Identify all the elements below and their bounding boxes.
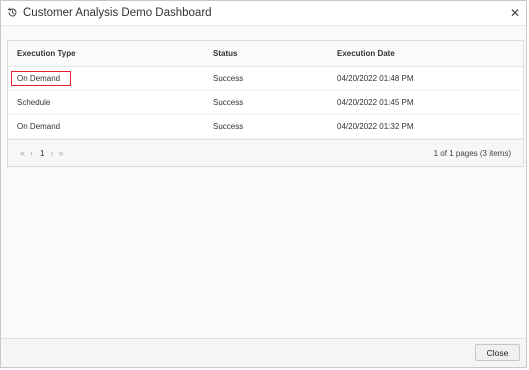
table-row[interactable]: On Demand Success 04/20/2022 01:32 PM	[8, 114, 523, 139]
column-header-execution-type[interactable]: Execution Type	[8, 41, 204, 67]
first-page-icon[interactable]: «	[20, 148, 25, 158]
highlighted-execution-type: On Demand	[11, 71, 72, 86]
execution-date-cell: 04/20/2022 01:32 PM	[328, 114, 523, 139]
next-page-icon[interactable]: ›	[50, 148, 53, 158]
page-number[interactable]: 1	[40, 149, 44, 158]
column-header-status[interactable]: Status	[204, 41, 328, 67]
export-history-dialog: Customer Analysis Demo Dashboard ✕ Execu…	[0, 0, 527, 368]
grid-header-row: Execution Type Status Execution Date	[8, 41, 523, 67]
pager-info: 1 of 1 pages (3 items)	[433, 148, 511, 158]
status-cell: Success	[204, 66, 328, 91]
grid-pager: « ‹ 1 › » 1 of 1 pages (3 items)	[8, 139, 523, 166]
table-row[interactable]: Schedule Success 04/20/2022 01:45 PM	[8, 90, 523, 115]
execution-type-cell: Schedule	[8, 90, 204, 115]
execution-type-cell: On Demand	[8, 114, 204, 139]
dialog-title: Customer Analysis Demo Dashboard	[23, 7, 212, 19]
close-button[interactable]: Close	[475, 344, 520, 361]
close-icon[interactable]: ✕	[510, 7, 520, 19]
last-page-icon[interactable]: »	[58, 148, 63, 158]
dialog-footer: Close	[1, 338, 526, 367]
column-header-execution-date[interactable]: Execution Date	[328, 41, 523, 67]
execution-type-cell: On Demand	[8, 66, 204, 91]
table-row[interactable]: On Demand Success 04/20/2022 01:48 PM	[8, 66, 523, 91]
history-icon	[7, 7, 19, 19]
execution-date-cell: 04/20/2022 01:48 PM	[328, 66, 523, 91]
prev-page-icon[interactable]: ‹	[30, 148, 33, 158]
execution-history-grid: Execution Type Status Execution Date On …	[7, 40, 524, 167]
execution-date-cell: 04/20/2022 01:45 PM	[328, 90, 523, 115]
status-cell: Success	[204, 114, 328, 139]
status-cell: Success	[204, 90, 328, 115]
dialog-header: Customer Analysis Demo Dashboard ✕	[1, 1, 526, 26]
